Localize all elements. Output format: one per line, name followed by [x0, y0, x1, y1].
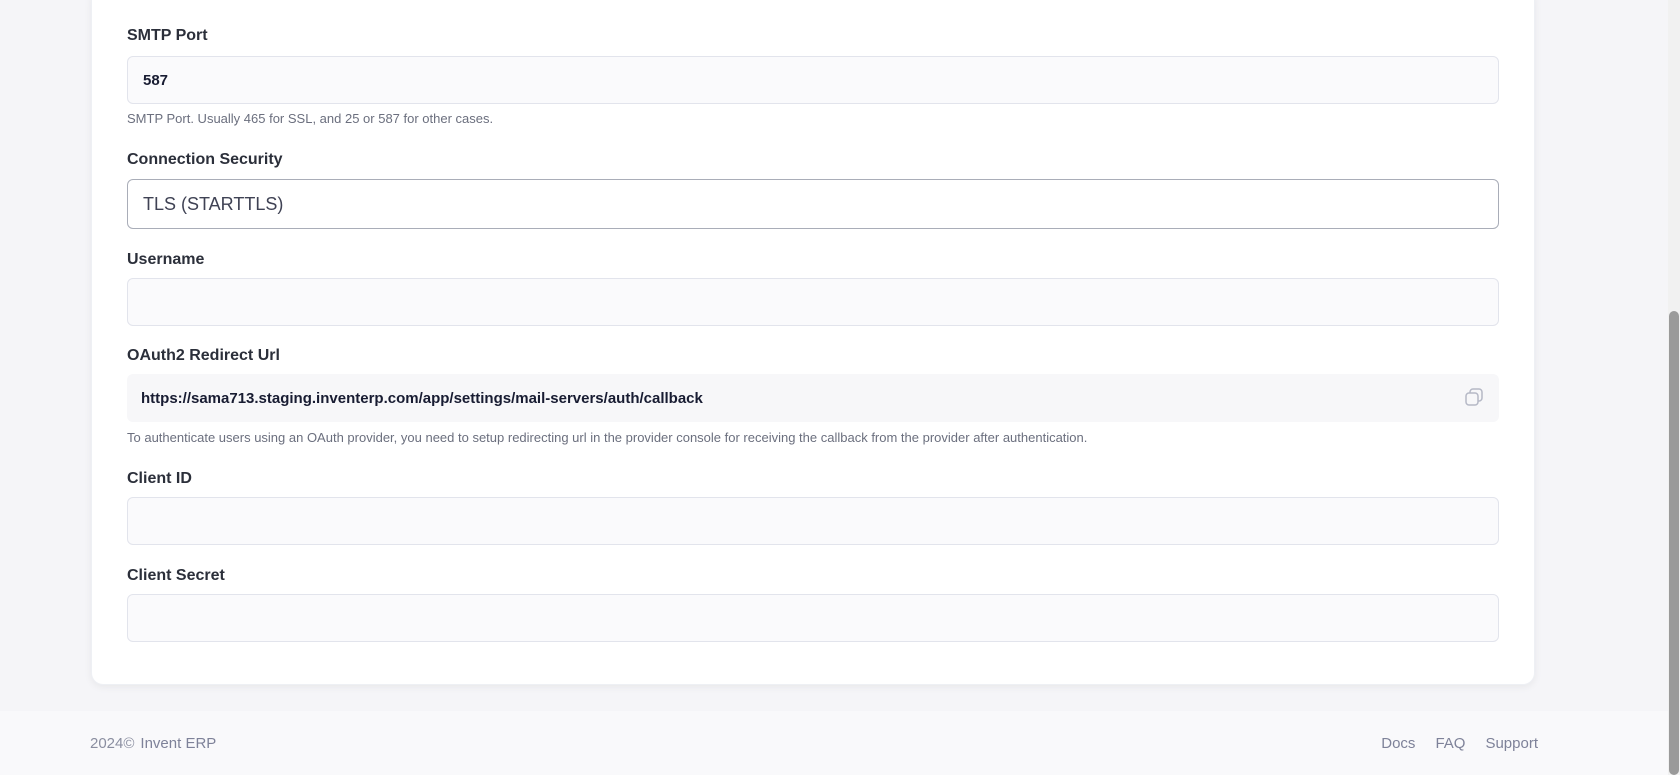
smtp-port-input[interactable]: 587 — [127, 56, 1499, 104]
client-id-input[interactable] — [127, 497, 1499, 545]
connection-security-value: TLS (STARTTLS) — [143, 193, 284, 214]
footer-copyright: 2024© Invent ERP — [90, 735, 216, 752]
footer-link-docs[interactable]: Docs — [1381, 735, 1415, 752]
footer-link-faq[interactable]: FAQ — [1435, 735, 1465, 752]
footer: 2024© Invent ERP Docs FAQ Support — [0, 711, 1668, 775]
client-secret-label: Client Secret — [127, 567, 225, 584]
connection-security-select[interactable]: TLS (STARTTLS) — [127, 179, 1499, 229]
copyright-text: 2024© — [90, 735, 135, 752]
footer-link-support[interactable]: Support — [1485, 735, 1538, 752]
connection-security-label: Connection Security — [127, 151, 283, 168]
username-input[interactable] — [127, 278, 1499, 326]
oauth-redirect-hint: To authenticate users using an OAuth pro… — [127, 430, 1088, 445]
scrollbar-thumb[interactable] — [1669, 311, 1679, 775]
oauth-redirect-field: https://sama713.staging.inventerp.com/ap… — [127, 374, 1499, 422]
client-secret-input[interactable] — [127, 594, 1499, 642]
smtp-port-hint: SMTP Port. Usually 465 for SSL, and 25 o… — [127, 111, 494, 126]
footer-links: Docs FAQ Support — [1381, 735, 1538, 752]
footer-brand-link[interactable]: Invent ERP — [140, 735, 216, 752]
username-label: Username — [127, 251, 205, 268]
oauth-redirect-label: OAuth2 Redirect Url — [127, 347, 280, 364]
oauth-redirect-value: https://sama713.staging.inventerp.com/ap… — [141, 389, 703, 407]
client-id-label: Client ID — [127, 470, 192, 487]
scrollbar-track[interactable] — [1668, 0, 1680, 775]
page: SMTP Port 587 SMTP Port. Usually 465 for… — [0, 0, 1680, 775]
copy-icon[interactable] — [1463, 386, 1485, 408]
smtp-port-label: SMTP Port — [127, 27, 208, 44]
smtp-port-value: 587 — [143, 71, 169, 89]
